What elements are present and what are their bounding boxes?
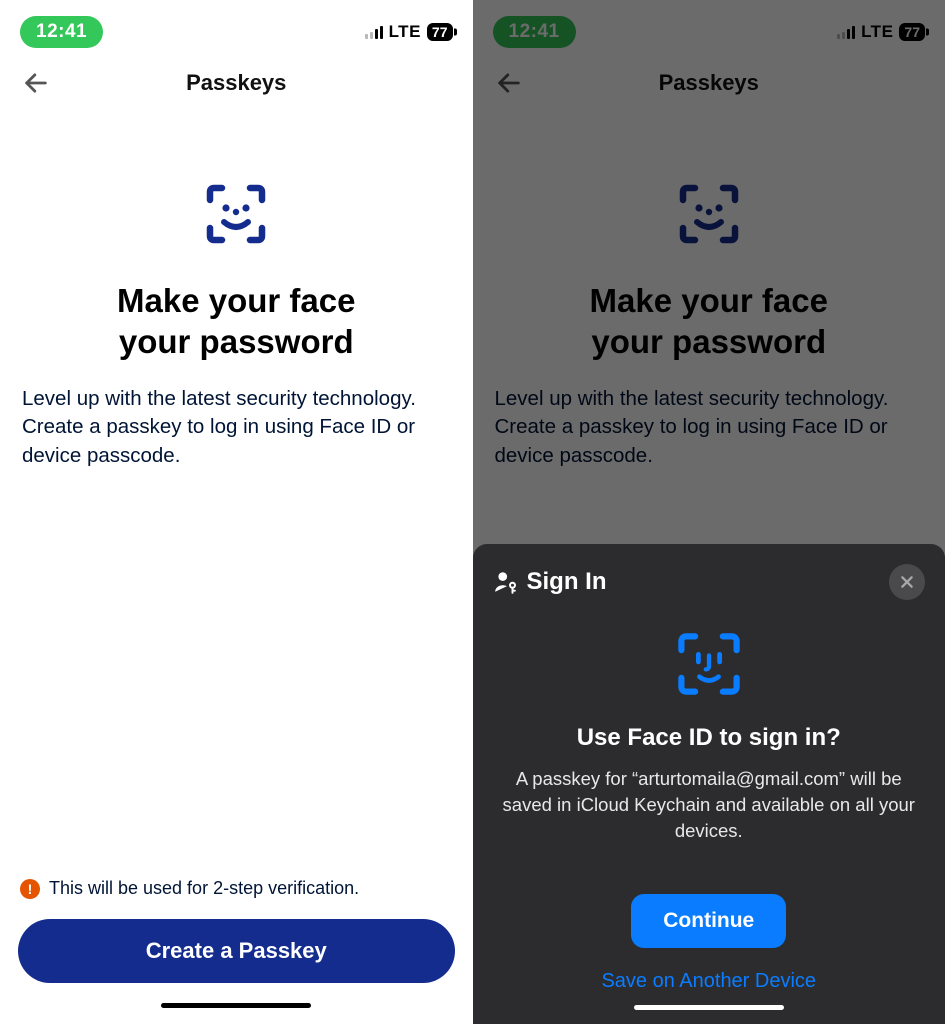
back-button[interactable] <box>18 65 54 101</box>
sheet-header: Sign In <box>493 564 926 600</box>
continue-button[interactable]: Continue <box>631 894 786 948</box>
status-time-pill: 12:41 <box>20 16 103 48</box>
page-title: Passkeys <box>186 70 286 96</box>
phone-passkeys-screen: 12:41 LTE 77 Passkeys <box>0 0 473 1024</box>
sign-in-title-group: Sign In <box>493 568 607 596</box>
warning-icon: ! <box>20 879 40 899</box>
headline-line1: Make your face <box>117 282 355 319</box>
home-indicator[interactable] <box>161 1003 311 1008</box>
status-right: LTE 77 <box>365 22 453 42</box>
network-type: LTE <box>389 22 421 42</box>
back-arrow-icon <box>22 69 50 97</box>
sign-in-title: Sign In <box>527 568 607 596</box>
phone-sign-in-sheet-screen: 12:41 LTE 77 Passkeys <box>473 0 945 1024</box>
close-button[interactable] <box>889 564 925 600</box>
hero-section: Make your face your password Level up wi… <box>0 112 473 471</box>
info-row: ! This will be used for 2-step verificat… <box>18 878 455 899</box>
headline: Make your face your password <box>20 280 453 363</box>
footer: ! This will be used for 2-step verificat… <box>0 878 473 1024</box>
battery-indicator: 77 <box>427 23 453 41</box>
home-indicator[interactable] <box>634 1005 784 1010</box>
sheet-body-text: A passkey for “arturtomaila@gmail.com” w… <box>493 766 926 844</box>
hero-subtext: Level up with the latest security techno… <box>20 385 453 471</box>
status-bar: 12:41 LTE 77 <box>0 0 473 54</box>
info-text: This will be used for 2-step verificatio… <box>49 878 359 899</box>
person-key-icon <box>493 569 519 595</box>
close-icon <box>899 574 915 590</box>
cellular-signal-icon <box>365 25 383 39</box>
headline-line2: your password <box>119 323 354 360</box>
create-passkey-button[interactable]: Create a Passkey <box>18 919 455 983</box>
sheet-face-id-icon <box>493 630 926 698</box>
sign-in-sheet: Sign In <box>473 544 945 1024</box>
face-id-icon <box>20 182 453 246</box>
sheet-heading: Use Face ID to sign in? <box>493 724 926 752</box>
save-on-another-device-link[interactable]: Save on Another Device <box>493 970 926 993</box>
navigation-header: Passkeys <box>0 54 473 112</box>
